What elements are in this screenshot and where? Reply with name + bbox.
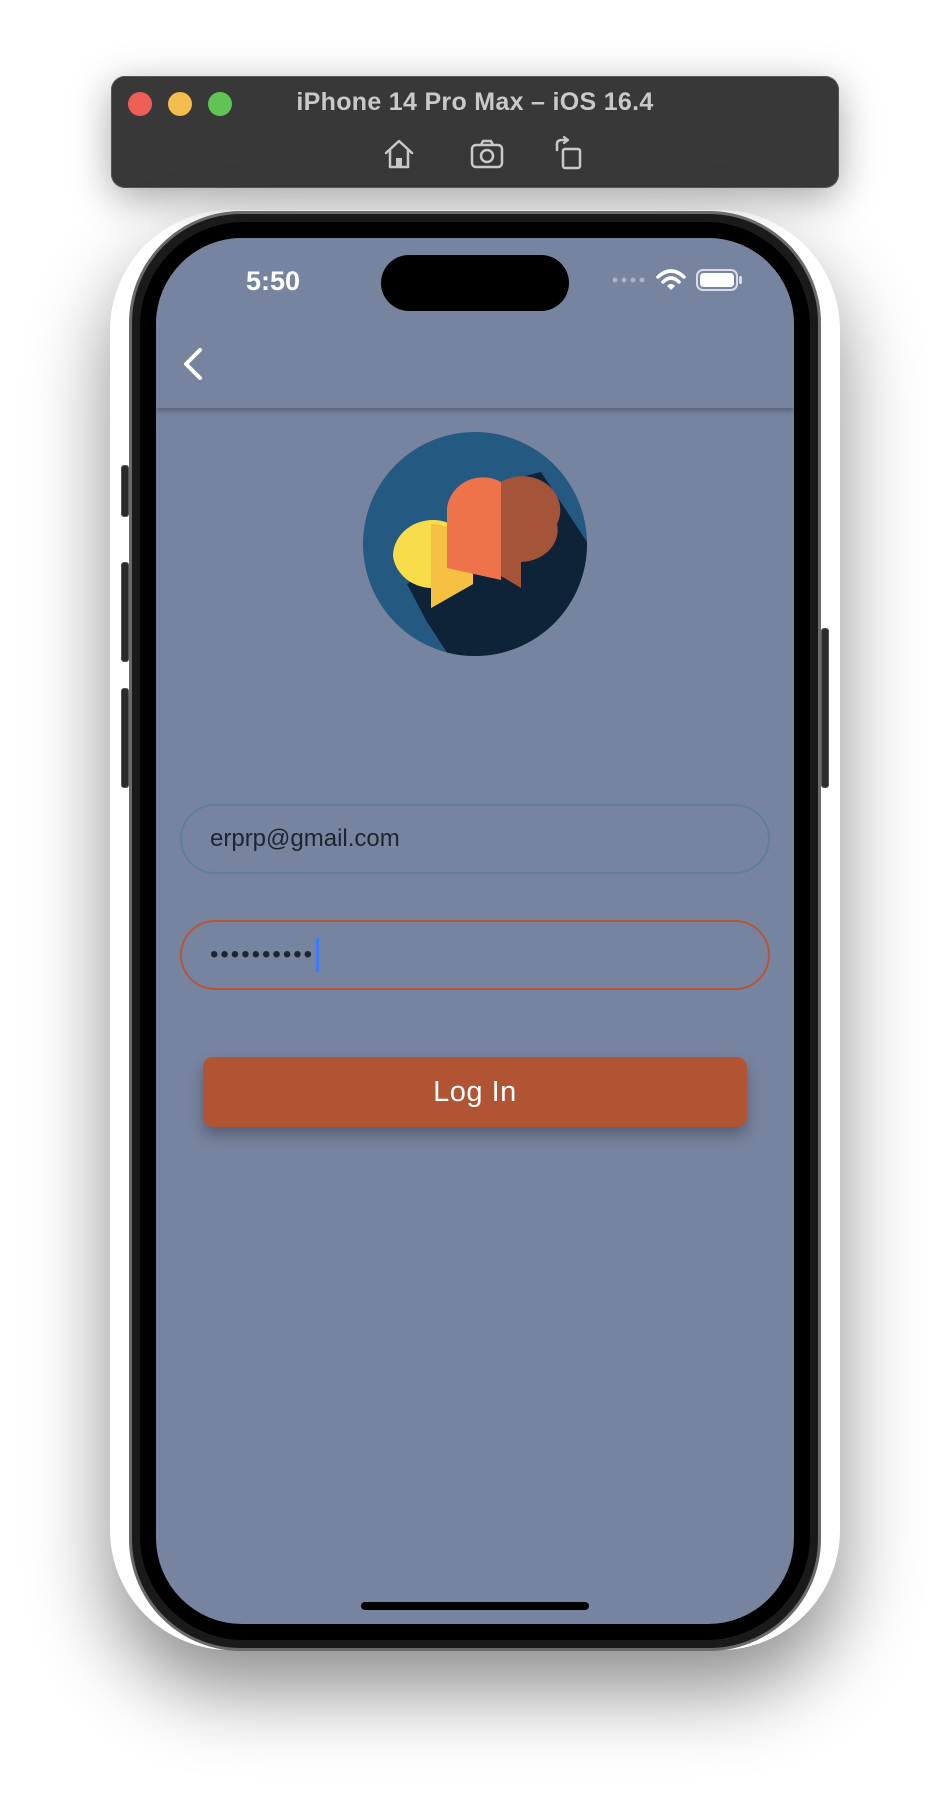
cellular-signal-icon — [612, 277, 645, 283]
login-button-label: Log In — [433, 1075, 517, 1108]
chevron-left-icon[interactable] — [176, 344, 210, 384]
status-icons — [612, 268, 742, 292]
power-button — [821, 628, 829, 788]
status-time: 5:50 — [246, 266, 301, 296]
email-field-value: erprp@gmail.com — [210, 825, 400, 852]
chat-bubbles-logo — [363, 432, 587, 656]
dynamic-island — [381, 255, 569, 311]
email-field[interactable]: erprp@gmail.com — [180, 804, 770, 874]
password-field-value: •••••••••• — [210, 941, 315, 968]
home-icon[interactable] — [381, 136, 417, 172]
rotate-icon[interactable] — [551, 136, 587, 172]
mute-switch — [121, 465, 129, 517]
password-field[interactable]: •••••••••• — [180, 920, 770, 990]
simulator-toolbar: iPhone 14 Pro Max – iOS 16.4 — [111, 76, 839, 188]
battery-icon — [696, 269, 742, 291]
login-button[interactable]: Log In — [203, 1057, 747, 1127]
screenshot-icon[interactable] — [469, 136, 505, 172]
app-screen: 5:50 erprp@gmail.com •••••••••• Log In — [156, 238, 794, 1624]
wifi-icon — [656, 269, 686, 290]
home-indicator[interactable] — [361, 1602, 589, 1610]
simulator-title: iPhone 14 Pro Max – iOS 16.4 — [296, 88, 654, 116]
volume-up-button — [121, 562, 129, 662]
volume-down-button — [121, 688, 129, 788]
text-caret — [316, 938, 320, 972]
